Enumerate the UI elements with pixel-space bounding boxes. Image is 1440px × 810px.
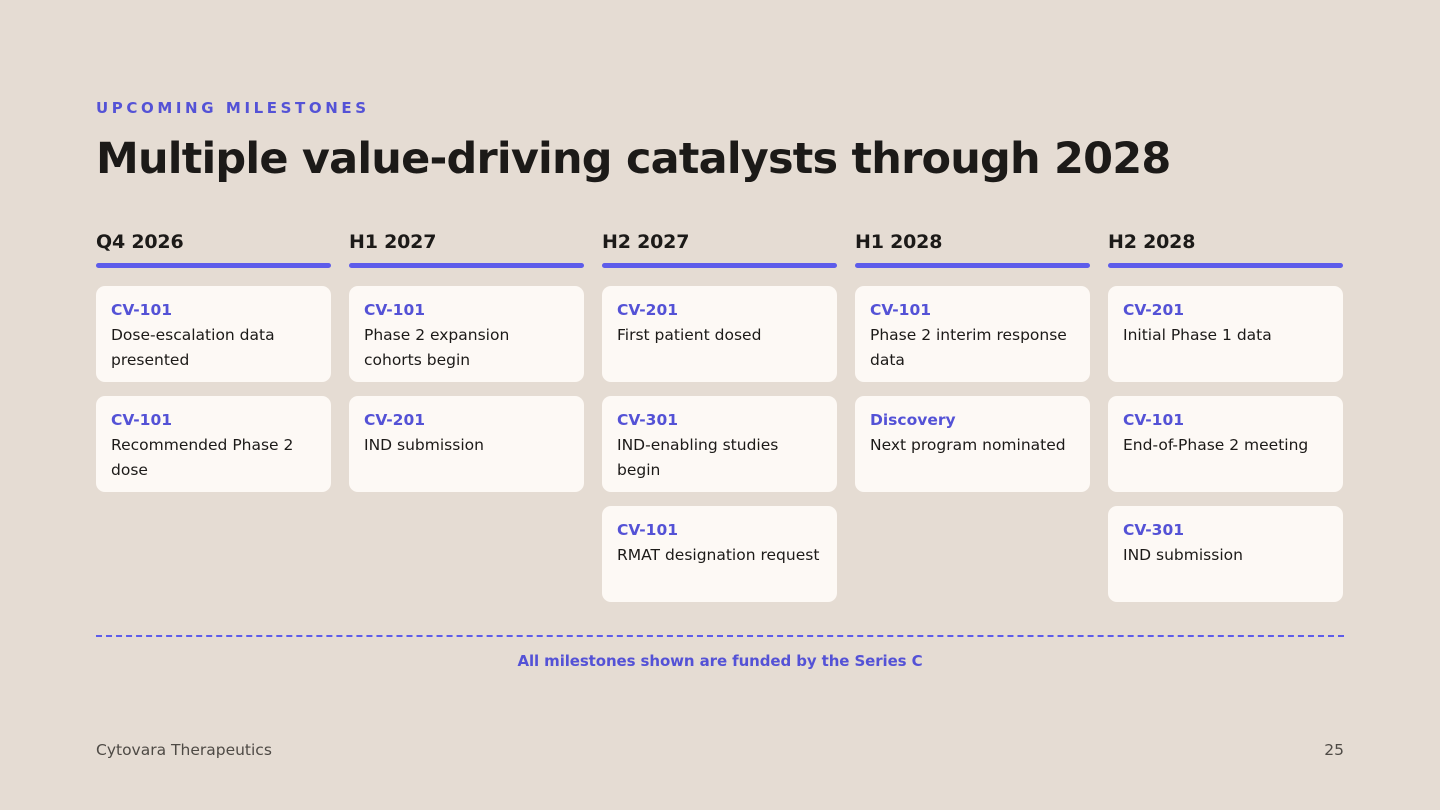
page-number: 25 <box>1324 741 1344 759</box>
milestone-text: Recommended Phase 2 dose <box>111 436 294 479</box>
milestone-text: RMAT designation request <box>617 546 820 564</box>
period-bar <box>96 263 331 268</box>
program-label: CV-201 <box>364 411 426 429</box>
dashed-divider <box>96 635 1344 637</box>
section-eyebrow: UPCOMING MILESTONES <box>96 99 370 117</box>
milestone-card: CV-201 IND submission <box>349 396 584 492</box>
milestone-card: Discovery Next program nominated <box>855 396 1090 492</box>
milestone-card: CV-101 End-of-Phase 2 meeting <box>1108 396 1343 492</box>
milestone-card: CV-201 Initial Phase 1 data <box>1108 286 1343 382</box>
milestone-list: CV-101 Dose-escalation data presented CV… <box>96 286 331 492</box>
timeline-column-h1-2027: H1 2027 CV-101 Phase 2 expansion cohorts… <box>349 228 584 602</box>
milestone-card: CV-301 IND-enabling studies begin <box>602 396 837 492</box>
milestone-list: CV-101 Phase 2 interim response data Dis… <box>855 286 1090 492</box>
program-label: CV-101 <box>111 411 173 429</box>
timeline-column-h2-2028: H2 2028 CV-201 Initial Phase 1 data CV-1… <box>1108 228 1343 602</box>
milestone-text: Next program nominated <box>870 436 1066 454</box>
program-label: CV-201 <box>617 301 679 319</box>
period-label: Q4 2026 <box>96 231 184 253</box>
program-label: CV-301 <box>1123 521 1185 539</box>
milestone-card: CV-201 First patient dosed <box>602 286 837 382</box>
period-label: H1 2028 <box>855 231 943 253</box>
timeline-column-q4-2026: Q4 2026 CV-101 Dose-escalation data pres… <box>96 228 331 602</box>
milestone-list: CV-201 Initial Phase 1 data CV-101 End-o… <box>1108 286 1343 602</box>
program-label: CV-101 <box>617 521 679 539</box>
period-bar <box>855 263 1090 268</box>
slide-title: Multiple value-driving catalysts through… <box>96 134 1171 184</box>
milestone-card: CV-301 IND submission <box>1108 506 1343 602</box>
period-label: H1 2027 <box>349 231 437 253</box>
footer-company-name: Cytovara Therapeutics <box>96 741 272 759</box>
timeline-column-h2-2027: H2 2027 CV-201 First patient dosed CV-30… <box>602 228 837 602</box>
program-label: CV-201 <box>1123 301 1185 319</box>
milestone-text: First patient dosed <box>617 326 762 344</box>
period-label: H2 2028 <box>1108 231 1196 253</box>
milestone-card: CV-101 Recommended Phase 2 dose <box>96 396 331 492</box>
milestone-text: IND submission <box>1123 546 1243 564</box>
milestone-text: Phase 2 expansion cohorts begin <box>364 326 510 369</box>
program-label: CV-301 <box>617 411 679 429</box>
program-label: CV-101 <box>111 301 173 319</box>
funding-note: All milestones shown are funded by the S… <box>517 652 923 670</box>
milestone-card: CV-101 Dose-escalation data presented <box>96 286 331 382</box>
milestone-list: CV-101 Phase 2 expansion cohorts begin C… <box>349 286 584 492</box>
milestone-card: CV-101 RMAT designation request <box>602 506 837 602</box>
milestone-text: Dose-escalation data presented <box>111 326 275 369</box>
milestone-text: IND submission <box>364 436 484 454</box>
milestone-text: Phase 2 interim response data <box>870 326 1067 369</box>
period-bar <box>349 263 584 268</box>
milestone-list: CV-201 First patient dosed CV-301 IND-en… <box>602 286 837 602</box>
period-bar <box>602 263 837 268</box>
period-bar <box>1108 263 1343 268</box>
milestone-timeline: Q4 2026 CV-101 Dose-escalation data pres… <box>96 228 1344 602</box>
milestone-card: CV-101 Phase 2 interim response data <box>855 286 1090 382</box>
program-label: CV-101 <box>364 301 426 319</box>
milestone-text: End-of-Phase 2 meeting <box>1123 436 1309 454</box>
program-label: CV-101 <box>1123 411 1185 429</box>
program-label: CV-101 <box>870 301 932 319</box>
timeline-column-h1-2028: H1 2028 CV-101 Phase 2 interim response … <box>855 228 1090 602</box>
milestone-text: IND-enabling studies begin <box>617 436 779 479</box>
period-label: H2 2027 <box>602 231 690 253</box>
milestone-text: Initial Phase 1 data <box>1123 326 1272 344</box>
program-label: Discovery <box>870 411 956 429</box>
milestone-card: CV-101 Phase 2 expansion cohorts begin <box>349 286 584 382</box>
